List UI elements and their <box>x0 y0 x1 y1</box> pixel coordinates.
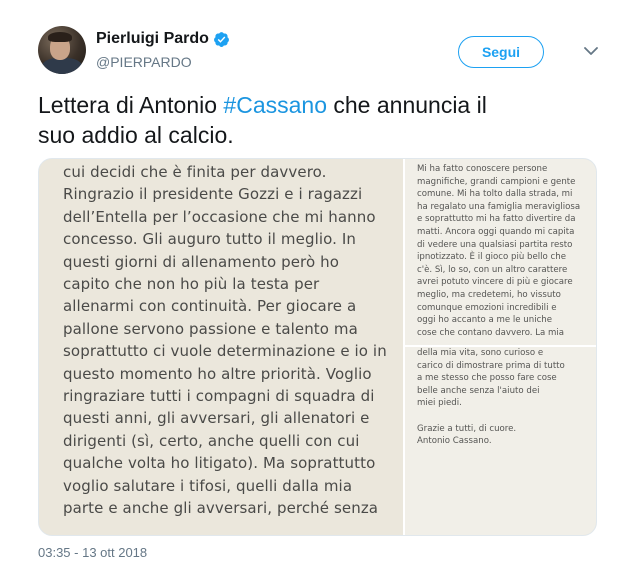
author-handle[interactable]: @PIERPARDO <box>96 54 192 70</box>
hashtag-link[interactable]: #Cassano <box>223 92 327 118</box>
letter-line: dirigenti (sì, certo, anche quelli con c… <box>63 431 360 450</box>
letter-line: oggi ho accanto a me le uniche <box>417 315 553 326</box>
photo-letter-page-3[interactable]: della mia vita, sono curioso e carico di … <box>405 347 596 535</box>
letter-line: matti. Ancora oggi quando mi capita <box>417 226 575 237</box>
letter-line: capito che non ho più la testa per <box>63 275 320 294</box>
author-name[interactable]: Pierluigi Pardo <box>96 30 209 48</box>
chevron-down-icon[interactable] <box>584 46 598 56</box>
letter-line: di vedere una qualsiasi partita resto <box>417 239 573 250</box>
tweet-text-part: suo addio al calcio. <box>38 122 234 148</box>
letter-line: ha regalato una famiglia meravigliosa <box>417 201 581 212</box>
letter-line: dell’Entella per l’occasione che mi hann… <box>63 207 376 226</box>
letter-line: Mi ha fatto conoscere persone <box>417 164 548 174</box>
letter-line: qualche volta ho litigato). Ma soprattut… <box>63 454 376 473</box>
verified-badge-icon <box>213 31 229 47</box>
tweet-text-part: che annuncia il <box>327 92 487 118</box>
tweet-header: Pierluigi Pardo @PIERPARDO Segui <box>38 26 608 78</box>
letter-line: voglio salutare i tifosi, quelli dalla m… <box>63 476 353 495</box>
letter-line: ipnotizzato. È il gioco più bello che <box>417 252 567 263</box>
photo-letter-page-1[interactable]: cui decidi che è finita per davvero. Ring… <box>39 159 403 535</box>
photo-letter-page-2[interactable]: Mi ha fatto conoscere persone magnifiche,… <box>405 159 596 345</box>
letter-line: a me stesso che posso fare cose <box>417 373 557 384</box>
letter-line: carico di dimostrare prima di tutto <box>417 360 565 371</box>
media-grid: cui decidi che è finita per davvero. Ring… <box>38 158 597 536</box>
letter-line: parte e anche gli avversari, perché senz… <box>63 499 379 518</box>
letter-line: allenarmi con continuità. Per giocare a <box>63 297 357 316</box>
tweet-text-part: Lettera di Antonio <box>38 92 224 118</box>
avatar[interactable] <box>38 26 86 74</box>
letter-line: magnifiche, grandi campioni e gente <box>417 176 576 187</box>
letter-line: concesso. Gli auguro tutto il meglio. In <box>63 230 356 249</box>
letter-text: cui decidi che è finita per davvero. Ring… <box>63 161 399 520</box>
letter-line: questo momento ho altre priorità. Voglio <box>63 364 372 383</box>
letter-line <box>417 410 596 423</box>
letter-line: comune. Mi ha tolto dalla strada, mi <box>417 189 573 200</box>
author-name-row[interactable]: Pierluigi Pardo <box>96 30 230 48</box>
letter-line: soprattutto ci vuole determinazione e io… <box>63 342 387 361</box>
letter-line: pallone servono passione e talento ma <box>63 319 358 338</box>
letter-line: Ringrazio il presidente Gozzi e i ragazz… <box>63 185 363 204</box>
letter-line: Antonio Cassano. <box>417 436 492 447</box>
letter-line: Grazie a tutti, di cuore. <box>417 423 517 434</box>
letter-line: miei piedi. <box>417 398 462 409</box>
letter-line: cose che contano davvero. La mia <box>417 327 565 338</box>
letter-line: questi giorni di allenamento però ho <box>63 252 340 271</box>
letter-line: della mia vita, sono curioso e <box>417 348 544 358</box>
letter-line: questi anni, gli avversari, gli allenato… <box>63 409 370 428</box>
tweet-text: Lettera di Antonio #Cassano che annuncia… <box>38 90 608 150</box>
follow-button[interactable]: Segui <box>458 36 544 68</box>
letter-line: c'è. Sì, lo so, con un altro carattere <box>417 264 568 275</box>
letter-line: meglio, ma credetemi, ho vissuto <box>417 289 561 300</box>
letter-line: belle anche senza l'aiuto dei <box>417 385 540 396</box>
letter-text: Mi ha fatto conoscere persone magnifiche,… <box>417 163 596 339</box>
letter-line: ringraziare tutti i compagni di squadra … <box>63 387 375 406</box>
tweet-timestamp[interactable]: 03:35 - 13 ott 2018 <box>38 545 147 560</box>
letter-line: comunque emozioni incredibili e <box>417 302 557 313</box>
letter-line: cui decidi che è finita per davvero. <box>63 163 327 181</box>
letter-line: avrei potuto vincere di più e giocare <box>417 277 573 288</box>
letter-text: della mia vita, sono curioso e carico di … <box>417 347 596 448</box>
letter-line: e soprattutto mi ha fatto divertire da <box>417 214 576 225</box>
